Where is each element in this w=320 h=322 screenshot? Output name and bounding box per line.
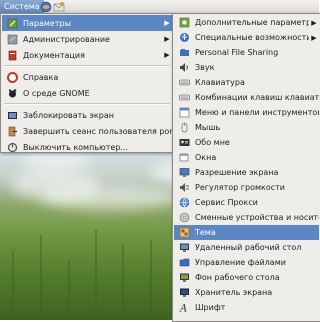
menu-item-menus-toolbars[interactable]: Меню и панели инструментов (174, 105, 319, 120)
submenu-arrow-icon: ▶ (311, 18, 317, 27)
menu-item-label: Справка (23, 72, 59, 82)
menu-item-label: Завершить сеанс пользователя pomka... (23, 126, 172, 136)
menu-item-screen-resolution[interactable]: Разрешение экрана (174, 165, 319, 180)
menus-toolbars-icon (179, 107, 190, 118)
menu-item-screensaver[interactable]: Хранитель экрана (174, 285, 319, 300)
submenu-arrow-icon: ▶ (164, 51, 170, 59)
preferences-icon (7, 18, 18, 29)
about-gnome-icon (7, 88, 18, 99)
menu-item-file-sharing[interactable]: Personal File Sharing (174, 45, 319, 60)
menu-item-accessibility[interactable]: Специальные возможности ▶ (174, 30, 319, 45)
menu-item-label: Документация (23, 50, 85, 60)
menu-item-file-management[interactable]: Управление файлами (174, 255, 319, 270)
menu-item-lock-screen[interactable]: Заблокировать экран (2, 107, 172, 123)
accessibility-icon (179, 32, 190, 43)
menu-item-about-me[interactable]: Обо мне (174, 135, 319, 150)
menu-item-label: О среде GNOME (23, 88, 90, 98)
volume-control-icon (179, 182, 190, 193)
menu-item-label: Сервис Прокси (195, 198, 258, 207)
menu-item-label: Регулятор громкости (195, 183, 285, 192)
submenu-arrow-icon: ▶ (164, 35, 170, 43)
administration-icon (7, 34, 18, 45)
menu-item-administration[interactable]: Администрирование ▶ (2, 31, 172, 47)
svg-text:A: A (179, 304, 187, 314)
menu-item-windows[interactable]: Окна (174, 150, 319, 165)
menu-item-volume-control[interactable]: Регулятор громкости (174, 180, 319, 195)
shutdown-icon (7, 142, 18, 153)
menu-item-mouse[interactable]: Мышь (174, 120, 319, 135)
screensaver-icon (179, 287, 190, 298)
menu-item-label: Параметры (23, 18, 71, 28)
screen-resolution-icon (179, 167, 190, 178)
menu-item-label: Мышь (195, 123, 221, 132)
menu-item-label: Дополнительные параметры (195, 18, 309, 27)
menu-item-advanced-settings[interactable]: Дополнительные параметры ▶ (174, 15, 319, 30)
menu-item-label: Клавиатура (195, 78, 245, 87)
file-management-icon (179, 257, 190, 268)
theme-icon (179, 227, 190, 238)
menu-item-label: Выключить компьютер... (23, 142, 129, 152)
menu-item-removable-media[interactable]: Сменные устройства и носители (174, 210, 319, 225)
menu-item-preferences[interactable]: Параметры ▶ (2, 15, 172, 31)
menu-item-font[interactable]: A Шрифт (174, 300, 319, 315)
system-menu: Параметры ▶ Администрирование ▶ Документация… (0, 13, 174, 153)
menu-item-label: Фон рабочего стола (195, 273, 280, 282)
remote-desktop-icon (179, 242, 190, 253)
menu-separator (4, 65, 170, 67)
help-icon (7, 71, 18, 83)
file-sharing-icon (179, 47, 190, 58)
menu-item-label: Тема (195, 228, 216, 237)
sound-icon (179, 62, 190, 73)
menu-item-label: Комбинации клавиш клавиатуры (195, 93, 319, 102)
menu-item-label: Personal File Sharing (195, 48, 279, 57)
menu-item-label: Сменные устройства и носители (195, 213, 319, 222)
menu-item-label: Администрирование (23, 34, 110, 44)
menu-item-shutdown[interactable]: Выключить компьютер... (2, 139, 172, 155)
menu-item-keyboard[interactable]: Клавиатура (174, 75, 319, 90)
menu-item-label: Шрифт (195, 303, 226, 312)
menu-item-sound[interactable]: Звук (174, 60, 319, 75)
font-icon: A (179, 302, 190, 314)
menu-item-label: Разрешение экрана (195, 168, 279, 177)
about-me-icon (179, 137, 190, 148)
menu-item-label: Специальные возможности (195, 33, 309, 42)
email-launcher-icon[interactable] (53, 1, 65, 13)
menu-item-label: Меню и панели инструментов (195, 108, 319, 117)
menu-item-remote-desktop[interactable]: Удаленный рабочий стол (174, 240, 319, 255)
documentation-icon (7, 50, 18, 61)
preferences-submenu: Дополнительные параметры ▶ Специальные воз… (172, 13, 320, 322)
keyboard-shortcuts-icon (179, 92, 190, 103)
menu-item-label: Хранитель экрана (195, 288, 273, 297)
mouse-icon (179, 122, 190, 133)
submenu-arrow-icon: ▶ (164, 19, 170, 27)
menu-item-desktop-background[interactable]: Фон рабочего стола (174, 270, 319, 285)
menu-item-help[interactable]: Справка (2, 69, 172, 85)
menu-item-label: Обо мне (195, 138, 230, 147)
menu-item-label: Удаленный рабочий стол (195, 243, 302, 252)
menu-item-label: Управление файлами (195, 258, 286, 267)
windows-icon (179, 152, 190, 163)
advanced-settings-icon (179, 17, 190, 28)
menu-item-label: Звук (195, 63, 215, 72)
submenu-arrow-icon: ▶ (311, 33, 317, 42)
menu-item-logout[interactable]: Завершить сеанс пользователя pomka... (2, 123, 172, 139)
menu-item-label: Окна (195, 153, 217, 162)
proxy-icon (179, 197, 190, 208)
system-menu-button[interactable]: Система (0, 0, 44, 14)
desktop-background-icon (179, 272, 190, 283)
menu-item-documentation[interactable]: Документация ▶ (2, 47, 172, 63)
logout-icon (7, 126, 18, 137)
menu-separator (4, 103, 170, 105)
browser-launcher-icon[interactable] (40, 1, 52, 13)
menu-item-about-gnome[interactable]: О среде GNOME (2, 85, 172, 101)
menu-item-proxy[interactable]: Сервис Прокси (174, 195, 319, 210)
lock-screen-icon (7, 110, 18, 121)
menu-item-keyboard-shortcuts[interactable]: Комбинации клавиш клавиатуры (174, 90, 319, 105)
keyboard-icon (179, 77, 190, 88)
removable-media-icon (179, 212, 190, 223)
menu-item-theme[interactable]: Тема (174, 225, 319, 240)
menu-item-label: Заблокировать экран (23, 110, 114, 120)
